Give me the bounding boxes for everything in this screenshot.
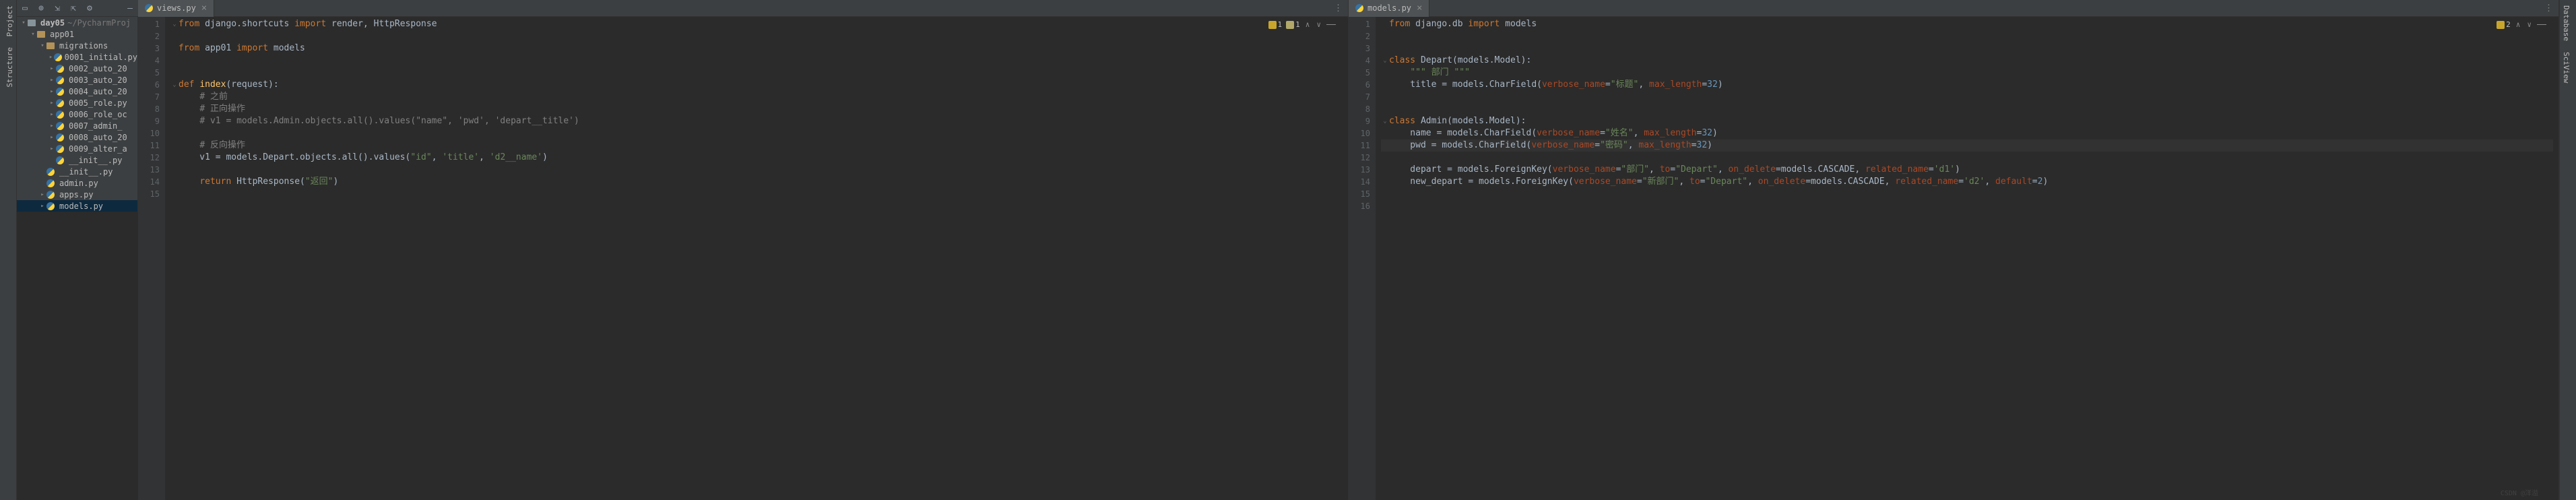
tree-item[interactable]: ▸0007_admin_ <box>17 120 137 131</box>
database-tool-tab[interactable]: Database <box>2560 0 2576 46</box>
tab-label: views.py <box>157 3 196 13</box>
prev-highlight-icon[interactable]: ∧ <box>1304 20 1312 29</box>
warning-badge[interactable]: 2 <box>2497 20 2511 29</box>
right-tool-strip: Database SciView <box>2559 0 2576 500</box>
tree-item[interactable]: ▸0009_alter_a <box>17 143 137 154</box>
left-tool-strip: Project Structure <box>0 0 17 500</box>
tree-item[interactable]: __init__.py <box>17 154 137 166</box>
project-tool-tab[interactable]: Project <box>0 0 16 42</box>
warning-badge[interactable]: 1 <box>1268 20 1283 29</box>
project-toolbar: ▭ ⊕ ⇲ ⇱ ⚙ — <box>17 0 138 17</box>
gutter-left: 123456789101112131415 <box>138 17 165 500</box>
tree-item[interactable]: ▸0002_auto_20 <box>17 63 137 74</box>
tree-item[interactable]: ▸0006_role_oc <box>17 108 137 120</box>
tree-item[interactable]: ▸0003_auto_20 <box>17 74 137 86</box>
gutter-right: 12345678910111213141516 <box>1349 17 1376 500</box>
inspection-bar-right: 2 ∧ ∨ <box>2497 20 2546 29</box>
tab-label: models.py <box>1367 3 1411 13</box>
inspection-bar-left: 1 1 ∧ ∨ <box>1268 20 1337 29</box>
gear-icon[interactable]: ⚙ <box>84 3 95 13</box>
tree-item[interactable]: ▸0005_role.py <box>17 97 137 108</box>
code-right[interactable]: from django.db import models⌄class Depar… <box>1376 17 2558 500</box>
code-left[interactable]: ⌄from django.shortcuts import render, Ht… <box>165 17 1348 500</box>
tree-item[interactable]: ▾migrations <box>17 40 137 51</box>
view-mode-icon[interactable]: ▭ <box>20 3 30 13</box>
watermark: CSDN @洋溢 <box>2501 487 2538 497</box>
tab-menu-icon[interactable]: ⋮ <box>1328 3 1348 13</box>
prev-highlight-icon[interactable]: ∧ <box>2515 20 2522 29</box>
tree-item[interactable]: ▸0004_auto_20 <box>17 86 137 97</box>
tab-views[interactable]: views.py × <box>138 0 214 17</box>
tree-item[interactable]: ▸models.py <box>17 200 137 212</box>
close-icon[interactable]: × <box>201 3 207 13</box>
editor-body-left[interactable]: 123456789101112131415 ⌄from django.short… <box>138 17 1348 500</box>
tree-item[interactable]: ▸0001_initial.py <box>17 51 137 63</box>
sciview-tool-tab[interactable]: SciView <box>2560 46 2576 88</box>
target-icon[interactable]: ⊕ <box>36 3 46 13</box>
editor-pane-right: models.py × ⋮ 2 ∧ ∨ 12345678910111213141… <box>1349 0 2559 500</box>
tree-item[interactable]: admin.py <box>17 177 137 189</box>
tab-models[interactable]: models.py × <box>1349 0 1429 17</box>
python-icon <box>1355 4 1363 12</box>
tab-bar-left: views.py × ⋮ <box>138 0 1348 17</box>
expand-all-icon[interactable]: ⇲ <box>52 3 63 13</box>
structure-tool-tab[interactable]: Structure <box>0 42 16 93</box>
tree-item[interactable]: __init__.py <box>17 166 137 177</box>
hide-icon[interactable]: — <box>125 3 135 13</box>
python-icon <box>145 4 153 12</box>
next-highlight-icon[interactable]: ∨ <box>1315 20 1322 29</box>
collapse-all-icon[interactable]: ⇱ <box>68 3 79 13</box>
editor-pane-left: views.py × ⋮ 1 1 ∧ ∨ 1234567891011121314… <box>138 0 1349 500</box>
close-icon[interactable]: × <box>1417 3 1422 13</box>
tree-item[interactable]: ▾day05~/PycharmProj <box>17 17 137 28</box>
tab-bar-right: models.py × ⋮ <box>1349 0 2558 17</box>
weak-warning-badge[interactable]: 1 <box>1286 20 1300 29</box>
next-highlight-icon[interactable]: ∨ <box>2525 20 2533 29</box>
tree-item[interactable]: ▾app01 <box>17 28 137 40</box>
editor-body-right[interactable]: 12345678910111213141516 from django.db i… <box>1349 17 2558 500</box>
project-tree: ▾day05~/PycharmProj▾app01▾migrations▸000… <box>17 17 138 212</box>
tree-item[interactable]: ▸apps.py <box>17 189 137 200</box>
editor-area: views.py × ⋮ 1 1 ∧ ∨ 1234567891011121314… <box>138 0 2559 500</box>
tree-item[interactable]: ▸0008_auto_20 <box>17 131 137 143</box>
tab-menu-icon[interactable]: ⋮ <box>2539 3 2558 13</box>
